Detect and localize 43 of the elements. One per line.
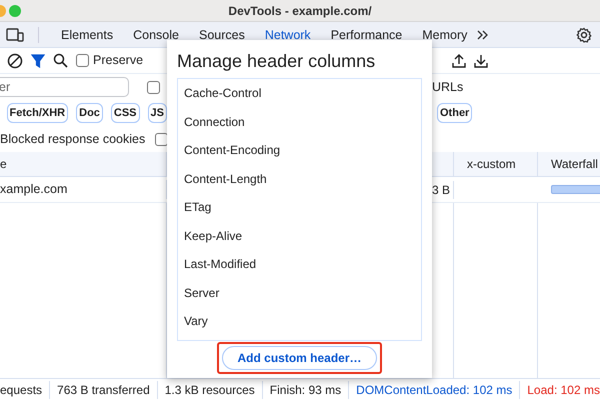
- tab[interactable]: Memory: [412, 22, 478, 48]
- status-text: Load: 102 ms: [520, 380, 600, 398]
- upload-icon[interactable]: [452, 53, 466, 68]
- list-item[interactable]: Server: [184, 278, 415, 307]
- settings-icon[interactable]: [576, 26, 592, 42]
- checkbox[interactable]: [76, 54, 89, 67]
- list-item[interactable]: Last-Modified: [184, 250, 415, 278]
- more-tabs-icon[interactable]: [477, 30, 490, 40]
- waterfall-bar: [551, 185, 600, 194]
- checkbox[interactable]: [147, 80, 160, 94]
- status-text: Finish: 93 ms: [262, 380, 350, 398]
- filter-chip[interactable]: Other: [437, 102, 472, 124]
- filter-chip[interactable]: Doc: [76, 102, 103, 124]
- filter-chip[interactable]: JS: [148, 102, 167, 124]
- list-item[interactable]: ETag: [184, 193, 415, 222]
- dialog-title: Manage header columns: [177, 50, 376, 72]
- checkbox-label: Preserve: [93, 52, 144, 70]
- tab[interactable]: Console: [123, 22, 189, 48]
- list-item[interactable]: Content-Encoding: [184, 136, 415, 164]
- download-icon[interactable]: [474, 53, 488, 68]
- list-item[interactable]: Cache-Control: [184, 79, 415, 108]
- device-toolbar-icon[interactable]: [6, 28, 24, 42]
- status-text: 763 B transferred: [50, 380, 158, 398]
- status-text: 1.3 kB resources: [158, 380, 263, 398]
- window-title: DevTools - example.com/: [228, 3, 372, 20]
- status-text: equests: [0, 380, 50, 398]
- column-header[interactable]: Waterfall: [546, 152, 600, 176]
- filter-chip[interactable]: CSS: [110, 102, 140, 124]
- list-item[interactable]: Content-Length: [184, 164, 415, 193]
- search-icon[interactable]: [53, 53, 68, 68]
- list-item[interactable]: Keep-Alive: [184, 222, 415, 250]
- filter-chip[interactable]: Fetch/XHR: [6, 102, 68, 124]
- checkbox-label: Blocked response cookies: [0, 130, 146, 148]
- filter-label: URLs: [432, 78, 464, 96]
- block-icon[interactable]: [7, 52, 23, 68]
- tab[interactable]: Elements: [51, 22, 124, 48]
- list-item[interactable]: Connection: [184, 108, 415, 136]
- column-header[interactable]: x-custom: [462, 152, 538, 176]
- status-text: DOMContentLoaded: 102 ms: [349, 380, 520, 398]
- list-item[interactable]: Vary: [184, 307, 415, 336]
- filter-icon[interactable]: [31, 54, 45, 68]
- add-header-button[interactable]: Add custom header…: [222, 346, 377, 370]
- checkbox[interactable]: [155, 132, 167, 146]
